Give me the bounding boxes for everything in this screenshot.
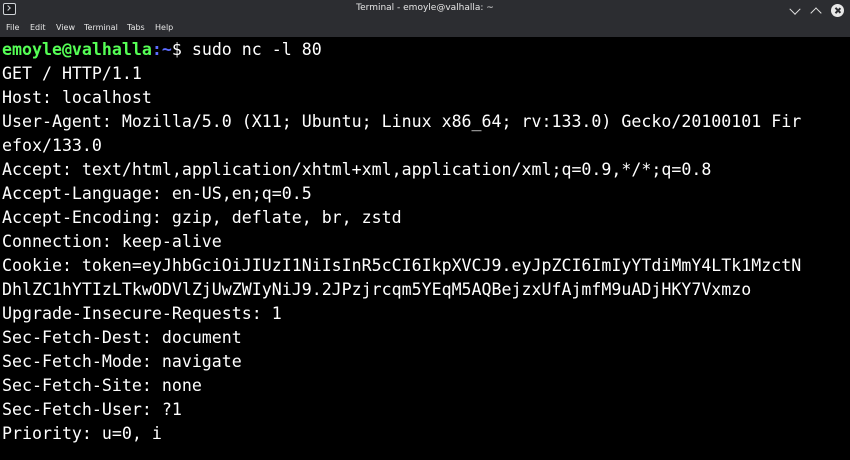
- output-line: Sec-Fetch-User: ?1: [2, 400, 182, 419]
- close-button[interactable]: [831, 3, 844, 17]
- minimize-button[interactable]: [789, 4, 801, 16]
- menu-tabs[interactable]: Tabs: [127, 23, 145, 32]
- prompt-line: emoyle@valhalla:~$ sudo nc -l 80: [2, 38, 322, 62]
- prompt-user-host: emoyle@valhalla: [2, 40, 152, 59]
- output-line: Upgrade-Insecure-Requests: 1: [2, 304, 282, 323]
- terminal-output[interactable]: emoyle@valhalla:~$ sudo nc -l 80 GET / H…: [2, 38, 842, 458]
- prompt-symbol: $: [171, 40, 182, 59]
- output-line: Host: localhost: [2, 88, 152, 107]
- output-line: User-Agent: Mozilla/5.0 (X11; Ubuntu; Li…: [2, 112, 802, 131]
- prompt-path: :~: [151, 40, 172, 59]
- title-bar[interactable]: Terminal - emoyle@valhalla: ~: [0, 0, 850, 20]
- menu-help[interactable]: Help: [155, 23, 173, 32]
- output-line: Connection: keep-alive: [2, 232, 222, 251]
- output-line: Accept: text/html,application/xhtml+xml,…: [2, 160, 712, 179]
- output-line: Priority: u=0, i: [2, 424, 162, 443]
- output-line: efox/133.0: [2, 136, 102, 155]
- window-title: Terminal - emoyle@valhalla: ~: [356, 3, 494, 13]
- maximize-button[interactable]: [810, 4, 822, 16]
- menu-edit[interactable]: Edit: [30, 23, 46, 32]
- output-line: Accept-Encoding: gzip, deflate, br, zstd: [2, 208, 402, 227]
- menu-file[interactable]: File: [6, 23, 19, 32]
- window-controls: [789, 1, 844, 19]
- prompt-command: sudo nc -l 80: [181, 40, 322, 59]
- output-line: Sec-Fetch-Mode: navigate: [2, 352, 242, 371]
- output-line: Sec-Fetch-Dest: document: [2, 328, 242, 347]
- menu-terminal[interactable]: Terminal: [84, 23, 118, 32]
- output-line: Cookie: token=eyJhbGciOiJIUzI1NiIsInR5cC…: [2, 256, 802, 275]
- menu-bar: File Edit View Terminal Tabs Help: [0, 20, 850, 37]
- output-line: Sec-Fetch-Site: none: [2, 376, 202, 395]
- output-line: GET / HTTP/1.1: [2, 64, 142, 83]
- scrollbar[interactable]: [842, 38, 850, 460]
- menu-view[interactable]: View: [56, 23, 75, 32]
- output-line: Accept-Language: en-US,en;q=0.5: [2, 184, 312, 203]
- output-line: DhlZC1hYTIzLTkwODVlZjUwZWIyNiJ9.2JPzjrcq…: [2, 280, 752, 299]
- terminal-window: Terminal - emoyle@valhalla: ~ File Edit …: [0, 0, 850, 460]
